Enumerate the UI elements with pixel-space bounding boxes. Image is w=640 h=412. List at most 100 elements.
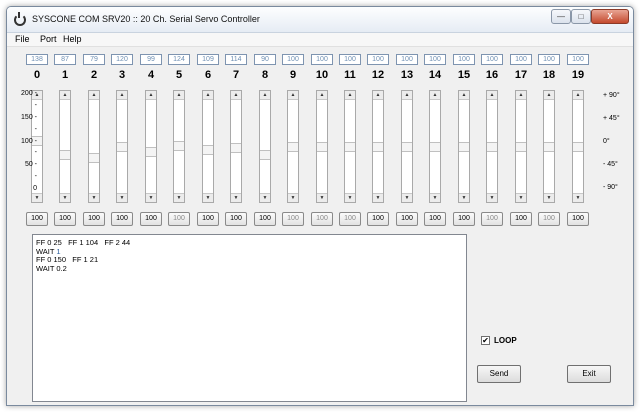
menu-help[interactable]: Help [63,34,82,44]
value-button-9[interactable]: 100 [282,212,304,226]
servo-slider-11[interactable]: ▲ ▼ [344,90,356,203]
value-button-15[interactable]: 100 [453,212,475,226]
arrow-up-icon[interactable]: ▲ [60,91,70,100]
value-button-1[interactable]: 100 [54,212,76,226]
arrow-down-icon[interactable]: ▼ [487,193,497,202]
slider-thumb[interactable] [146,147,156,157]
arrow-down-icon[interactable]: ▼ [260,193,270,202]
arrow-up-icon[interactable]: ▲ [373,91,383,100]
arrow-up-icon[interactable]: ▲ [430,91,440,100]
script-editor[interactable]: FF 0 25 FF 1 104 FF 2 44 WAIT 1 FF 0 150 F… [32,234,467,402]
value-button-10[interactable]: 100 [311,212,333,226]
slider-thumb[interactable] [487,142,497,152]
servo-slider-10[interactable]: ▲ ▼ [316,90,328,203]
value-button-19[interactable]: 100 [567,212,589,226]
arrow-down-icon[interactable]: ▼ [203,193,213,202]
arrow-down-icon[interactable]: ▼ [117,193,127,202]
servo-slider-15[interactable]: ▲ ▼ [458,90,470,203]
arrow-down-icon[interactable]: ▼ [402,193,412,202]
exit-button[interactable]: Exit [567,365,611,383]
slider-thumb[interactable] [317,142,327,152]
value-button-12[interactable]: 100 [367,212,389,226]
value-button-7[interactable]: 100 [225,212,247,226]
value-button-5[interactable]: 100 [168,212,190,226]
servo-slider-3[interactable]: ▲ ▼ [116,90,128,203]
arrow-down-icon[interactable]: ▼ [544,193,554,202]
arrow-down-icon[interactable]: ▼ [345,193,355,202]
slider-thumb[interactable] [402,142,412,152]
arrow-down-icon[interactable]: ▼ [89,193,99,202]
servo-slider-19[interactable]: ▲ ▼ [572,90,584,203]
value-button-17[interactable]: 100 [510,212,532,226]
arrow-down-icon[interactable]: ▼ [516,193,526,202]
slider-thumb[interactable] [345,142,355,152]
slider-thumb[interactable] [260,150,270,160]
servo-slider-18[interactable]: ▲ ▼ [543,90,555,203]
value-button-13[interactable]: 100 [396,212,418,226]
servo-slider-2[interactable]: ▲ ▼ [88,90,100,203]
value-button-0[interactable]: 100 [26,212,48,226]
value-button-11[interactable]: 100 [339,212,361,226]
menu-file[interactable]: File [15,34,30,44]
value-button-6[interactable]: 100 [197,212,219,226]
arrow-down-icon[interactable]: ▼ [373,193,383,202]
arrow-down-icon[interactable]: ▼ [60,193,70,202]
slider-thumb[interactable] [203,145,213,155]
arrow-up-icon[interactable]: ▲ [487,91,497,100]
servo-slider-6[interactable]: ▲ ▼ [202,90,214,203]
slider-thumb[interactable] [544,142,554,152]
arrow-up-icon[interactable]: ▲ [89,91,99,100]
servo-slider-8[interactable]: ▲ ▼ [259,90,271,203]
arrow-down-icon[interactable]: ▼ [32,193,42,202]
arrow-up-icon[interactable]: ▲ [345,91,355,100]
arrow-down-icon[interactable]: ▼ [430,193,440,202]
servo-slider-1[interactable]: ▲ ▼ [59,90,71,203]
title-bar[interactable]: SYSCONE COM SRV20 :: 20 Ch. Serial Servo… [7,7,633,33]
value-button-4[interactable]: 100 [140,212,162,226]
slider-thumb[interactable] [373,142,383,152]
slider-thumb[interactable] [231,143,241,153]
arrow-up-icon[interactable]: ▲ [317,91,327,100]
arrow-up-icon[interactable]: ▲ [288,91,298,100]
slider-thumb[interactable] [459,142,469,152]
arrow-up-icon[interactable]: ▲ [146,91,156,100]
menu-port[interactable]: Port [40,34,57,44]
arrow-up-icon[interactable]: ▲ [573,91,583,100]
arrow-up-icon[interactable]: ▲ [231,91,241,100]
slider-thumb[interactable] [516,142,526,152]
arrow-up-icon[interactable]: ▲ [516,91,526,100]
arrow-up-icon[interactable]: ▲ [174,91,184,100]
arrow-up-icon[interactable]: ▲ [117,91,127,100]
slider-thumb[interactable] [117,142,127,152]
value-button-2[interactable]: 100 [83,212,105,226]
arrow-up-icon[interactable]: ▲ [544,91,554,100]
close-button[interactable]: X [591,9,629,24]
arrow-down-icon[interactable]: ▼ [231,193,241,202]
servo-slider-17[interactable]: ▲ ▼ [515,90,527,203]
slider-thumb[interactable] [174,141,184,151]
arrow-up-icon[interactable]: ▲ [260,91,270,100]
slider-thumb[interactable] [89,153,99,163]
servo-slider-4[interactable]: ▲ ▼ [145,90,157,203]
arrow-up-icon[interactable]: ▲ [203,91,213,100]
arrow-down-icon[interactable]: ▼ [174,193,184,202]
arrow-up-icon[interactable]: ▲ [402,91,412,100]
minimize-button[interactable]: — [551,9,571,24]
value-button-8[interactable]: 100 [254,212,276,226]
arrow-down-icon[interactable]: ▼ [573,193,583,202]
value-button-18[interactable]: 100 [538,212,560,226]
arrow-down-icon[interactable]: ▼ [459,193,469,202]
servo-slider-9[interactable]: ▲ ▼ [287,90,299,203]
send-button[interactable]: Send [477,365,521,383]
value-button-16[interactable]: 100 [481,212,503,226]
slider-thumb[interactable] [573,142,583,152]
value-button-14[interactable]: 100 [424,212,446,226]
arrow-down-icon[interactable]: ▼ [146,193,156,202]
slider-thumb[interactable] [288,142,298,152]
arrow-down-icon[interactable]: ▼ [317,193,327,202]
servo-slider-5[interactable]: ▲ ▼ [173,90,185,203]
servo-slider-16[interactable]: ▲ ▼ [486,90,498,203]
servo-slider-13[interactable]: ▲ ▼ [401,90,413,203]
servo-slider-12[interactable]: ▲ ▼ [372,90,384,203]
value-button-3[interactable]: 100 [111,212,133,226]
